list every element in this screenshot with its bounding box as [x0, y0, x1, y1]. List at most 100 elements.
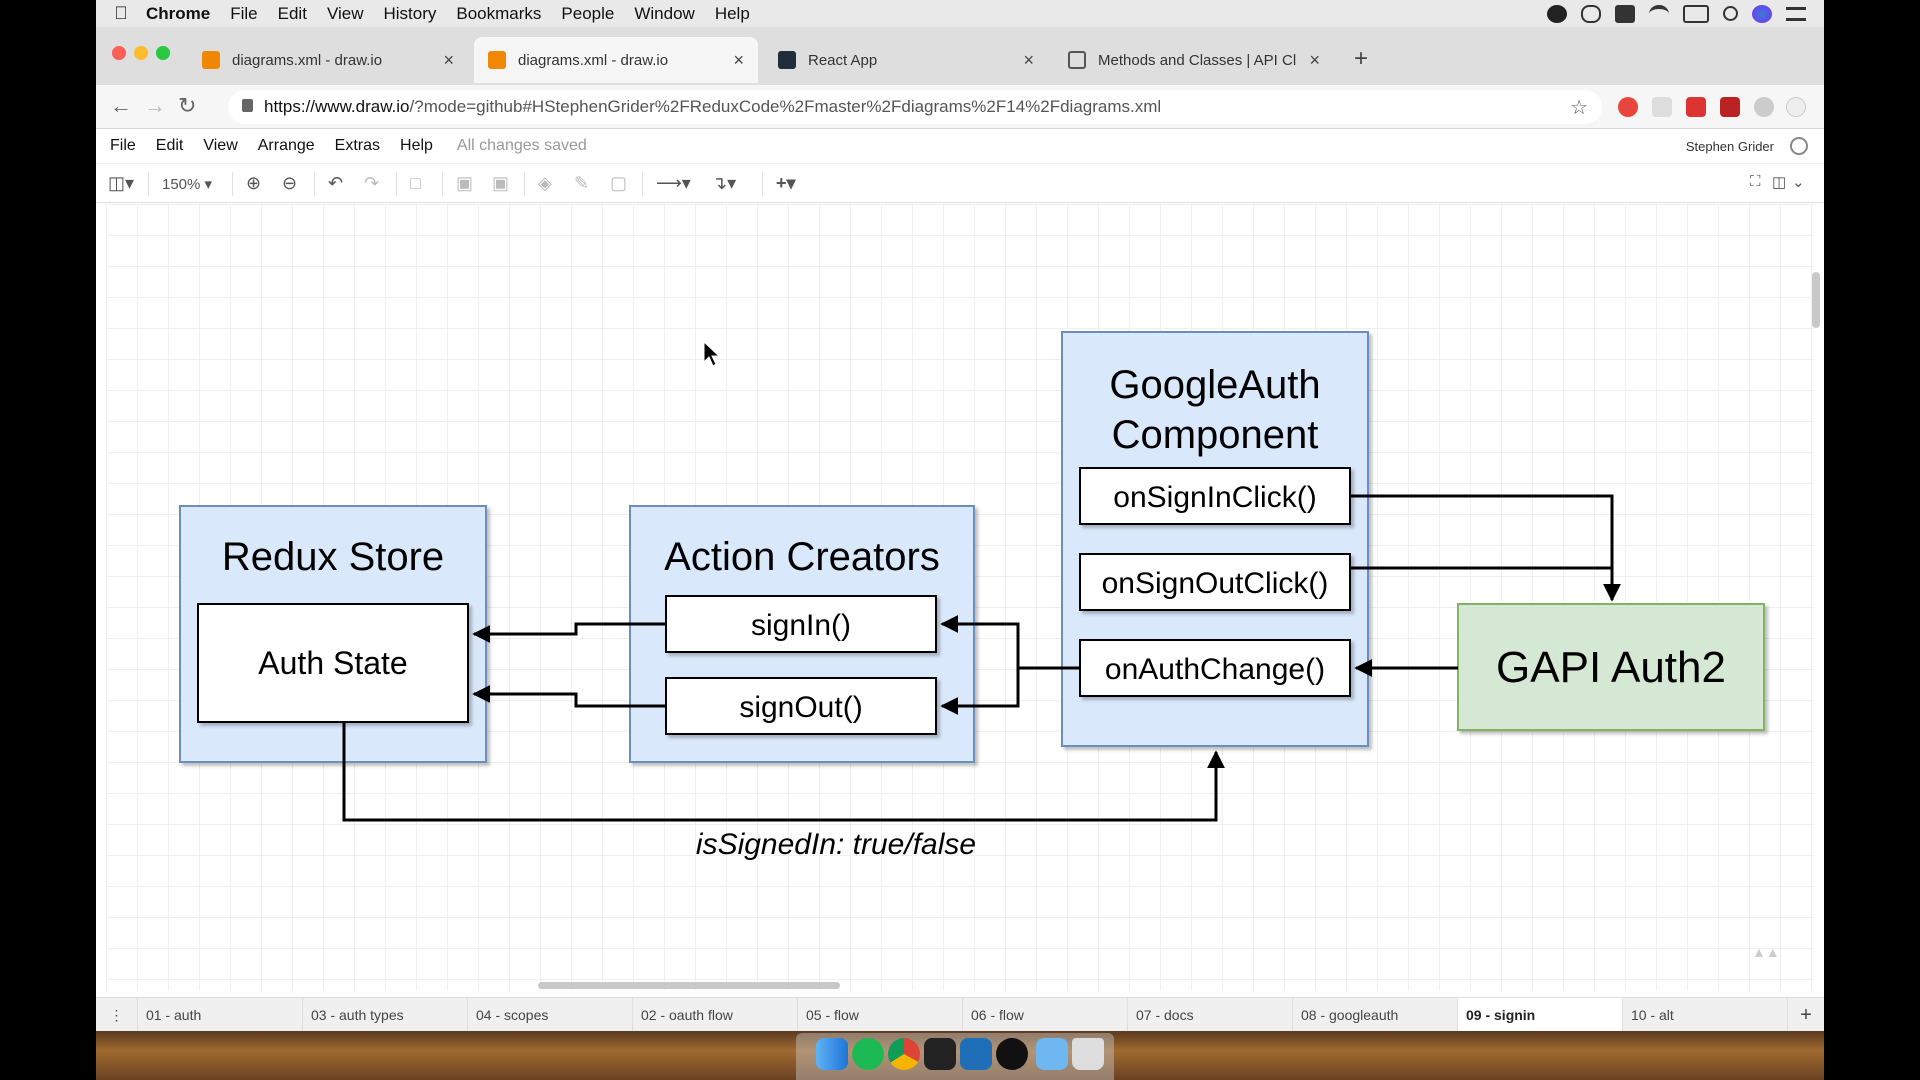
- menubar-app-name[interactable]: Chrome: [146, 4, 210, 24]
- spotlight-search-icon[interactable]: [1723, 6, 1738, 21]
- zoom-select[interactable]: 150% ▾: [162, 175, 212, 193]
- forward-arrow-icon[interactable]: →: [144, 93, 166, 119]
- redo-icon[interactable]: ↷: [364, 173, 379, 194]
- menubar-item-view[interactable]: View: [327, 4, 364, 24]
- waypoints-icon[interactable]: ↴▾: [712, 173, 736, 194]
- battery-icon[interactable]: [1683, 4, 1709, 23]
- app-menu-help[interactable]: Help: [400, 137, 433, 155]
- vscode-icon[interactable]: [960, 1038, 992, 1070]
- back-arrow-icon[interactable]: ←: [110, 93, 132, 119]
- menubar-item-edit[interactable]: Edit: [278, 4, 307, 24]
- notification-center-icon[interactable]: [1786, 6, 1806, 21]
- menubar-item-bookmarks[interactable]: Bookmarks: [456, 4, 541, 24]
- vertical-scrollbar[interactable]: [1812, 272, 1820, 328]
- extension-lastpass-icon[interactable]: [1686, 97, 1706, 117]
- insert-icon[interactable]: +▾: [776, 173, 796, 194]
- close-tab-icon[interactable]: ×: [1309, 50, 1320, 71]
- user-name[interactable]: Stephen Grider: [1686, 139, 1774, 154]
- connection-style-icon[interactable]: ⟶▾: [656, 173, 691, 194]
- bookmark-star-icon[interactable]: ☆: [1570, 95, 1588, 120]
- collapse-icon[interactable]: ⌄: [1792, 173, 1805, 191]
- trash-icon[interactable]: [1072, 1038, 1104, 1070]
- to-front-icon[interactable]: ▣: [456, 173, 473, 194]
- format-panel-icon[interactable]: ◫: [1772, 173, 1786, 191]
- on-auth-change-node[interactable]: onAuthChange(): [1079, 639, 1351, 697]
- zoom-out-icon[interactable]: ⊖: [282, 173, 297, 194]
- menubar-item-history[interactable]: History: [383, 4, 436, 24]
- extension-ublock-icon[interactable]: [1720, 97, 1740, 117]
- fullscreen-icon[interactable]: ⛶: [1750, 173, 1761, 190]
- obs-icon[interactable]: [996, 1038, 1028, 1070]
- screen:  Chrome File Edit View History Bookmark…: [96, 0, 1824, 1080]
- app-menu-edit[interactable]: Edit: [156, 137, 184, 155]
- page-tab-06-flow[interactable]: 06 - flow: [963, 998, 1128, 1032]
- glasses-icon[interactable]: [1581, 4, 1601, 23]
- page-tab-10-alt[interactable]: 10 - alt: [1623, 998, 1788, 1032]
- fill-color-icon[interactable]: ◈: [538, 173, 552, 194]
- sign-out-node[interactable]: signOut(): [665, 677, 937, 735]
- shadow-icon[interactable]: ▢: [610, 173, 627, 194]
- edge-signinclick-to-gapi[interactable]: [1350, 494, 1621, 602]
- horizontal-scrollbar[interactable]: [538, 982, 840, 989]
- app-menu-view[interactable]: View: [203, 137, 237, 155]
- page-menu-icon[interactable]: ⋮: [96, 998, 138, 1032]
- menubar-item-file[interactable]: File: [230, 4, 257, 24]
- spotify-icon[interactable]: [852, 1038, 884, 1070]
- delete-icon[interactable]: □: [410, 173, 421, 194]
- wifi-icon[interactable]: [1649, 4, 1669, 23]
- extension-lighthouse-icon[interactable]: [1786, 97, 1806, 117]
- creative-cloud-icon[interactable]: [1547, 4, 1567, 23]
- window-minimize-button[interactable]: [134, 46, 148, 60]
- gapi-auth2-node[interactable]: GAPI Auth2: [1457, 603, 1765, 731]
- sign-in-node[interactable]: signIn(): [665, 595, 937, 653]
- address-bar[interactable]: https://www.draw.io /?mode=github#HSteph…: [228, 90, 1602, 124]
- close-tab-icon[interactable]: ×: [1023, 50, 1034, 71]
- page-tab-03-auth-types[interactable]: 03 - auth types: [303, 998, 468, 1032]
- page-tab-02-oauth-flow[interactable]: 02 - oauth flow: [633, 998, 798, 1032]
- page-tab-01-auth[interactable]: 01 - auth: [138, 998, 303, 1032]
- reload-icon[interactable]: ↻: [178, 93, 196, 119]
- app-menu-file[interactable]: File: [110, 137, 136, 155]
- app-menu-extras[interactable]: Extras: [335, 137, 380, 155]
- page-tab-07-docs[interactable]: 07 - docs: [1128, 998, 1293, 1032]
- chrome-icon[interactable]: [888, 1038, 920, 1070]
- extension-opera-icon[interactable]: [1618, 97, 1638, 117]
- menubar-item-people[interactable]: People: [561, 4, 614, 24]
- zoom-in-icon[interactable]: ⊕: [246, 173, 261, 194]
- new-tab-button[interactable]: +: [1354, 45, 1368, 73]
- docker-icon[interactable]: [1615, 4, 1635, 23]
- undo-icon[interactable]: ↶: [328, 173, 343, 194]
- auth-state-node[interactable]: Auth State: [197, 603, 469, 723]
- browser-tab-drawio-1[interactable]: diagrams.xml - draw.io ×: [188, 37, 468, 83]
- extension-gray-icon[interactable]: [1754, 97, 1774, 117]
- terminal-icon[interactable]: [924, 1038, 956, 1070]
- siri-icon[interactable]: [1752, 4, 1772, 23]
- browser-tab-api-docs[interactable]: Methods and Classes | API Cl ×: [1054, 37, 1334, 83]
- extension-css-icon[interactable]: [1652, 97, 1672, 117]
- apple-icon[interactable]: : [96, 3, 146, 24]
- page-tab-09-signin[interactable]: 09 - signin: [1458, 998, 1623, 1032]
- browser-tab-react-app[interactable]: React App ×: [764, 37, 1048, 83]
- menubar-item-help[interactable]: Help: [715, 4, 750, 24]
- close-tab-icon[interactable]: ×: [733, 50, 744, 71]
- on-sign-in-click-node[interactable]: onSignInClick(): [1079, 467, 1351, 525]
- window-zoom-button[interactable]: [156, 46, 170, 60]
- add-page-button[interactable]: +: [1788, 998, 1824, 1032]
- globe-icon[interactable]: [1790, 137, 1808, 155]
- line-color-icon[interactable]: ✎: [574, 173, 589, 194]
- diagram-canvas[interactable]: Redux Store Auth State Action Creators s…: [106, 204, 1814, 990]
- to-back-icon[interactable]: ▣: [492, 173, 509, 194]
- downloads-folder-icon[interactable]: [1036, 1038, 1068, 1070]
- finder-icon[interactable]: [816, 1038, 848, 1070]
- toolbar-separator: [642, 172, 643, 196]
- page-tab-04-scopes[interactable]: 04 - scopes: [468, 998, 633, 1032]
- close-tab-icon[interactable]: ×: [443, 50, 454, 71]
- format-panel-toggle-icon[interactable]: ◫▾: [108, 173, 134, 194]
- page-tab-05-flow[interactable]: 05 - flow: [798, 998, 963, 1032]
- window-close-button[interactable]: [112, 46, 126, 60]
- on-sign-out-click-node[interactable]: onSignOutClick(): [1079, 553, 1351, 611]
- browser-tab-drawio-2[interactable]: diagrams.xml - draw.io ×: [474, 37, 758, 83]
- page-tab-08-googleauth[interactable]: 08 - googleauth: [1293, 998, 1458, 1032]
- app-menu-arrange[interactable]: Arrange: [258, 137, 315, 155]
- menubar-item-window[interactable]: Window: [634, 4, 694, 24]
